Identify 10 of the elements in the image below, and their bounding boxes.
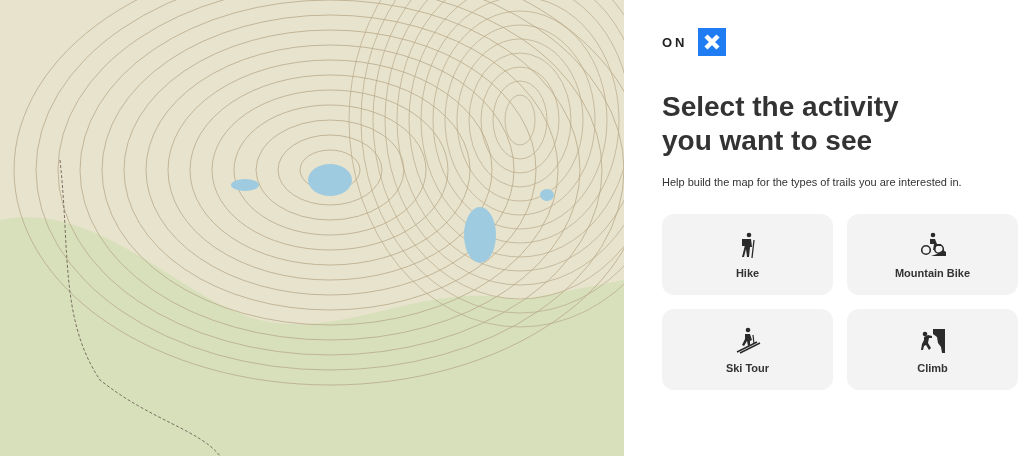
heading: Select the activity xyxy=(662,90,899,124)
logo-text: ON xyxy=(662,34,688,50)
logo-cross-icon xyxy=(697,28,726,56)
activity-card[interactable]: Climb xyxy=(847,309,1018,390)
activity-card[interactable]: Hike xyxy=(662,214,833,295)
mountain-biker-icon xyxy=(918,230,947,259)
activity-card[interactable]: Ski Tour xyxy=(662,309,833,390)
activity-card[interactable]: Mountain Bike xyxy=(847,214,1018,295)
heading: you want to see xyxy=(662,124,873,158)
subtitle: Help build the map for the types of trails you are interested in. xyxy=(662,176,962,188)
